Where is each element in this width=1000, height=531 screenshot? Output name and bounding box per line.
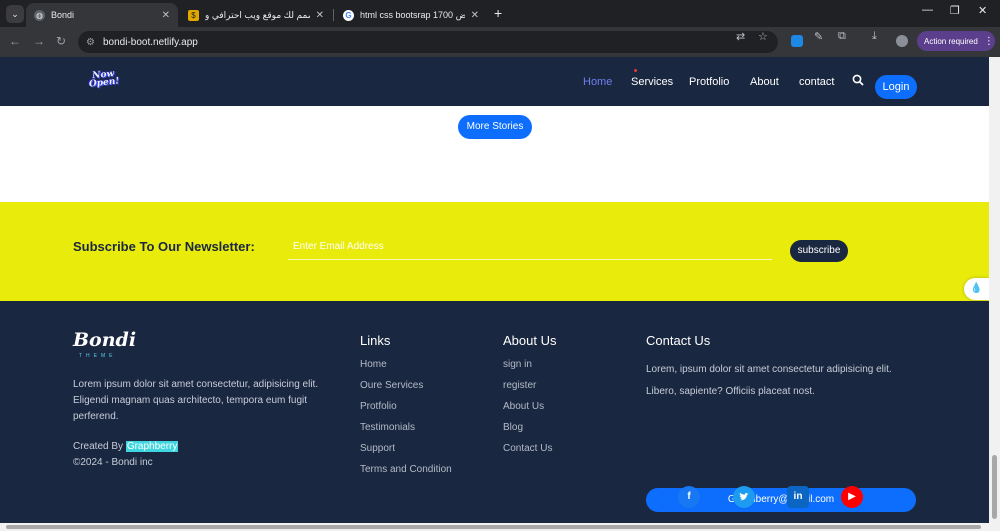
new-tab-button[interactable]: + (494, 5, 502, 21)
contact-text: Lorem, ipsum dolor sit amet consectetur … (646, 364, 892, 397)
footer-link-sign-in[interactable]: sign in (503, 359, 532, 370)
created-by-line: Created By Graphberry (73, 441, 179, 452)
action-required-button[interactable]: Action required ⋮ (917, 31, 995, 51)
now-open-logo[interactable]: Now Open! (81, 69, 127, 95)
search-icon[interactable] (852, 74, 864, 89)
site-info-icon[interactable]: ⚙ (86, 37, 95, 48)
globe-icon: ◍ (34, 9, 45, 21)
twitter-icon[interactable] (733, 486, 755, 508)
newsletter-title: Subscribe To Our Newsletter: (73, 239, 255, 254)
close-window-icon[interactable]: ✕ (978, 4, 987, 17)
created-by-label: Created By (73, 441, 124, 452)
youtube-icon[interactable]: ▶ (841, 486, 863, 508)
site-footer: Bondi THEME Lorem ipsum dolor sit amet c… (0, 301, 989, 523)
restore-icon[interactable]: ❐ (950, 4, 960, 17)
download-icon[interactable]: ⤓ (872, 30, 877, 43)
horizontal-scrollbar[interactable] (0, 523, 1000, 531)
tab-title: سأصمم لك موقع ويب احترافي و... (205, 9, 310, 20)
more-stories-button[interactable]: More Stories (458, 115, 532, 139)
extensions-puzzle-icon[interactable]: ⧉ (838, 30, 846, 43)
close-tab-icon[interactable]: ✕ (471, 10, 479, 21)
login-button[interactable]: Login (875, 75, 917, 99)
close-tab-icon[interactable]: ✕ (316, 10, 324, 21)
footer-about-text: Lorem ipsum dolor sit amet consectetur, … (73, 379, 319, 422)
footer-link-terms[interactable]: Terms and Condition (360, 464, 452, 475)
fiverr-icon: $ (188, 9, 199, 21)
footer-link-register[interactable]: register (503, 380, 536, 391)
translate-icon[interactable]: ⇄ (736, 30, 745, 43)
address-bar: ← → ↻ ⚙ bondi-boot.netlify.app ⇄ ☆ ✎ ⧉ ⤓ (0, 27, 1000, 57)
footer-link-about-us[interactable]: About Us (503, 401, 544, 412)
more-vert-icon: ⋮ (983, 35, 994, 47)
subscribe-button[interactable]: subscribe (790, 240, 848, 262)
url-field[interactable]: ⚙ bondi-boot.netlify.app (78, 31, 778, 53)
copyright: ©2024 - Bondi inc (73, 457, 153, 468)
scrollbar-thumb[interactable] (6, 525, 981, 529)
scrollbar-thumb[interactable] (992, 455, 997, 519)
tab-title: Bondi (51, 10, 75, 20)
nav-home[interactable]: Home (583, 76, 612, 88)
footer-link-home[interactable]: Home (360, 359, 387, 370)
back-icon[interactable]: ← (9, 34, 21, 48)
tab-title: html css bootsrap 1700 عرض... (360, 9, 465, 20)
graphberry-link[interactable]: Graphberry (125, 441, 179, 452)
eyedropper-icon[interactable]: ✎ (814, 30, 823, 43)
extension-drop-icon[interactable] (791, 35, 803, 47)
url-text: bondi-boot.netlify.app (102, 36, 198, 48)
nav-contact[interactable]: contact (799, 76, 834, 88)
facebook-icon[interactable]: f (678, 486, 700, 508)
tab-search-button[interactable]: ⌄ (6, 5, 24, 23)
vertical-scrollbar[interactable] (989, 57, 1000, 523)
bookmark-star-icon[interactable]: ☆ (758, 30, 768, 43)
bondi-logo-subtitle: THEME (79, 353, 117, 359)
newsletter-section: Subscribe To Our Newsletter: Enter Email… (0, 202, 989, 301)
profile-avatar-icon[interactable] (896, 35, 908, 47)
footer-link-services[interactable]: Oure Services (360, 380, 423, 391)
links-heading: Links (360, 333, 391, 348)
google-icon: G (343, 9, 354, 21)
tab-separator (333, 9, 334, 21)
forward-icon[interactable]: → (33, 34, 45, 48)
action-required-label: Action required (924, 36, 978, 46)
reload-icon[interactable]: ↻ (56, 34, 66, 48)
footer-link-support[interactable]: Support (360, 443, 395, 454)
floating-drop-widget-icon[interactable]: 💧 (964, 278, 989, 300)
footer-link-blog[interactable]: Blog (503, 422, 523, 433)
site-navbar: Now Open! Home Services Protfolio About c… (0, 57, 989, 106)
newsletter-email-placeholder: Enter Email Address (293, 241, 384, 252)
tab-bondi[interactable]: ◍ Bondi ✕ (26, 3, 178, 27)
footer-link-testimonials[interactable]: Testimonials (360, 422, 415, 433)
nav-protfolio[interactable]: Protfolio (689, 76, 729, 88)
tab-google-search[interactable]: G html css bootsrap 1700 عرض... ✕ (335, 3, 487, 27)
close-tab-icon[interactable]: ✕ (162, 10, 170, 21)
page-viewport: Now Open! Home Services Protfolio About c… (0, 57, 989, 523)
minimize-icon[interactable]: — (922, 4, 933, 16)
notification-dot (634, 69, 637, 72)
nav-about[interactable]: About (750, 76, 779, 88)
bondi-logo[interactable]: Bondi (73, 329, 136, 351)
tab-fiverr[interactable]: $ سأصمم لك موقع ويب احترافي و... ✕ (180, 3, 332, 27)
nav-services[interactable]: Services (631, 76, 673, 88)
footer-link-protfolio[interactable]: Protfolio (360, 401, 397, 412)
about-us-heading: About Us (503, 333, 557, 348)
contact-us-heading: Contact Us (646, 333, 711, 348)
linkedin-icon[interactable]: in (787, 486, 809, 508)
footer-link-contact-us[interactable]: Contact Us (503, 443, 552, 454)
tab-strip: ⌄ ◍ Bondi ✕ $ سأصمم لك موقع ويب احترافي … (0, 0, 1000, 27)
